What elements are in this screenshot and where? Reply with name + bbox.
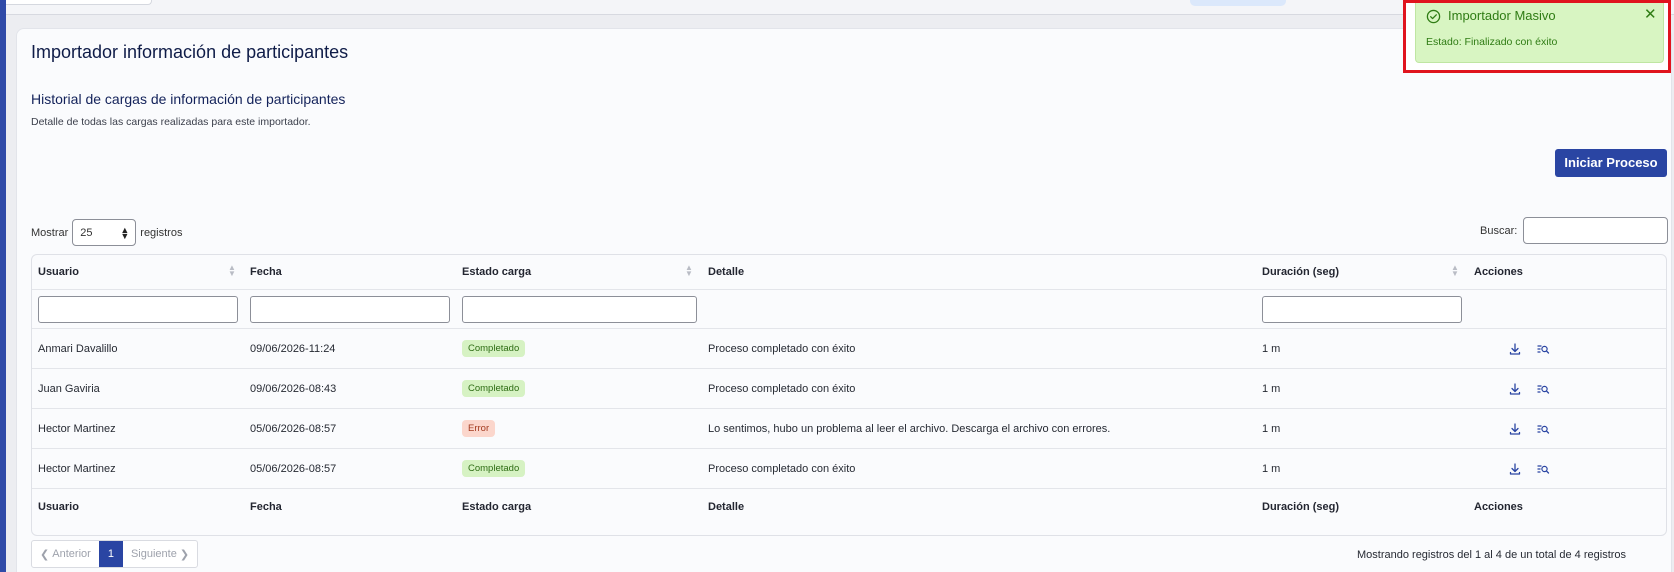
filter-fecha-input[interactable] xyxy=(250,295,450,323)
cell-usuario: Hector Martinez xyxy=(38,462,116,475)
search-input[interactable] xyxy=(1523,217,1669,244)
cell-detalle: Proceso completado con éxito xyxy=(708,342,856,355)
cell-usuario: Hector Martinez xyxy=(38,422,116,435)
cell-fecha: 05/06/2026-08:57 xyxy=(250,462,337,475)
footer-usuario: Usuario xyxy=(38,501,79,513)
start-process-button[interactable]: Iniciar Proceso xyxy=(1555,149,1667,177)
table-row: Hector Martinez 05/06/2026-08:57 Complet… xyxy=(32,449,1666,489)
cell-fecha: 09/06/2026-08:43 xyxy=(250,382,337,395)
cell-fecha: 09/06/2026-11:24 xyxy=(250,342,336,355)
cell-duracion: 1 m xyxy=(1262,342,1281,355)
table-row: Hector Martinez 05/06/2026-08:57 Error L… xyxy=(32,409,1666,449)
view-details-icon[interactable] xyxy=(1536,382,1550,396)
uploads-table: Usuario ▲ ▼ Fecha Estado carga ▲ ▼ Detalle… xyxy=(31,254,1667,536)
cell-detalle: Lo sentimos, hubo un problema al leer el… xyxy=(708,422,1111,435)
filter-duracion-input[interactable] xyxy=(1262,295,1462,323)
view-details-icon[interactable] xyxy=(1536,462,1550,476)
cell-duracion: 1 m xyxy=(1262,422,1281,435)
footer-estado: Estado carga xyxy=(462,501,532,513)
page-length-select[interactable]: 25 ▲ ▼ xyxy=(72,219,137,246)
next-page-button[interactable]: Siguiente ❯ xyxy=(123,541,197,567)
footer-detalle: Detalle xyxy=(708,501,745,513)
filter-usuario-input[interactable] xyxy=(38,295,238,323)
status-badge: Error xyxy=(462,420,496,437)
cell-duracion: 1 m xyxy=(1262,462,1281,475)
cell-detalle: Proceso completado con éxito xyxy=(708,462,856,475)
toast-message: Estado: Finalizado con éxito xyxy=(1426,36,1558,48)
view-details-icon[interactable] xyxy=(1536,342,1550,356)
section-description: Detalle de todas las cargas realizadas p… xyxy=(31,116,311,128)
toast-title: Importador Masivo xyxy=(1448,8,1556,23)
chevron-right-icon: ❯ xyxy=(176,548,190,561)
status-badge: Completado xyxy=(462,460,526,477)
sort-icon[interactable]: ▲ ▼ xyxy=(1451,264,1459,278)
search-label: Buscar: xyxy=(1480,224,1518,237)
sort-icon[interactable]: ▲ ▼ xyxy=(228,264,236,278)
cell-duracion: 1 m xyxy=(1262,382,1281,395)
show-label: Mostrar xyxy=(31,226,69,239)
chevron-left-icon: ❮ xyxy=(40,548,53,561)
top-search-field[interactable] xyxy=(0,0,152,5)
previous-label: Anterior xyxy=(52,548,91,560)
main-card: Importador información de participantes … xyxy=(16,28,1672,572)
footer-duracion: Duración (seg) xyxy=(1262,501,1340,513)
table-footer-row: Usuario Fecha Estado carga Detalle Durac… xyxy=(32,489,1666,525)
page-length-value: 25 xyxy=(80,226,93,239)
cell-usuario: Anmari Davalillo xyxy=(38,342,118,355)
table-row: Anmari Davalillo 09/06/2026-11:24 Comple… xyxy=(32,329,1666,369)
select-caret-icon: ▲ ▼ xyxy=(120,225,130,241)
download-icon[interactable] xyxy=(1508,382,1522,396)
page-title: Importador información de participantes xyxy=(31,42,349,62)
toast-body: Importador Masivo ✕ Estado: Finalizado c… xyxy=(1415,3,1664,63)
table-filter-row xyxy=(32,290,1666,329)
column-header-estado[interactable]: Estado carga xyxy=(462,255,531,289)
status-badge: Completado xyxy=(462,340,526,357)
page-1-button[interactable]: 1 xyxy=(98,541,123,567)
cell-detalle: Proceso completado con éxito xyxy=(708,382,856,395)
top-bar-pill[interactable] xyxy=(1190,0,1286,6)
check-circle-icon xyxy=(1426,9,1441,24)
column-header-detalle[interactable]: Detalle xyxy=(708,255,744,289)
column-header-duracion[interactable]: Duración (seg) xyxy=(1262,255,1339,289)
download-icon[interactable] xyxy=(1508,342,1522,356)
table-search: Buscar: xyxy=(1480,217,1669,244)
cell-fecha: 05/06/2026-08:57 xyxy=(250,422,337,435)
view-details-icon[interactable] xyxy=(1536,422,1550,436)
table-row: Juan Gaviria 09/06/2026-08:43 Completado… xyxy=(32,369,1666,409)
sort-icon[interactable]: ▲ ▼ xyxy=(685,264,693,278)
column-header-usuario[interactable]: Usuario xyxy=(38,255,79,289)
previous-page-button[interactable]: ❮ Anterior xyxy=(32,541,99,567)
status-badge: Completado xyxy=(462,380,526,397)
notification-toast: Importador Masivo ✕ Estado: Finalizado c… xyxy=(1403,0,1671,73)
download-icon[interactable] xyxy=(1508,462,1522,476)
download-icon[interactable] xyxy=(1508,422,1522,436)
next-label: Siguiente xyxy=(130,548,177,560)
footer-fecha: Fecha xyxy=(250,501,282,513)
pagination: ❮ Anterior 1 Siguiente ❯ xyxy=(31,540,199,568)
column-header-fecha[interactable]: Fecha xyxy=(250,255,282,289)
column-header-acciones: Acciones xyxy=(1474,266,1523,278)
page-length-control: Mostrar 25 ▲ ▼ registros xyxy=(31,219,182,246)
cell-usuario: Juan Gaviria xyxy=(38,382,100,395)
section-title: Historial de cargas de información de pa… xyxy=(31,91,346,107)
footer-acciones: Acciones xyxy=(1474,501,1523,513)
pagination-info: Mostrando registros del 1 al 4 de un tot… xyxy=(1357,549,1627,561)
sidebar-rail xyxy=(0,0,6,572)
filter-estado-input[interactable] xyxy=(462,295,697,323)
close-icon[interactable]: ✕ xyxy=(1644,7,1657,23)
table-header-row: Usuario ▲ ▼ Fecha Estado carga ▲ ▼ Detalle… xyxy=(32,255,1666,290)
records-label: registros xyxy=(140,226,183,239)
